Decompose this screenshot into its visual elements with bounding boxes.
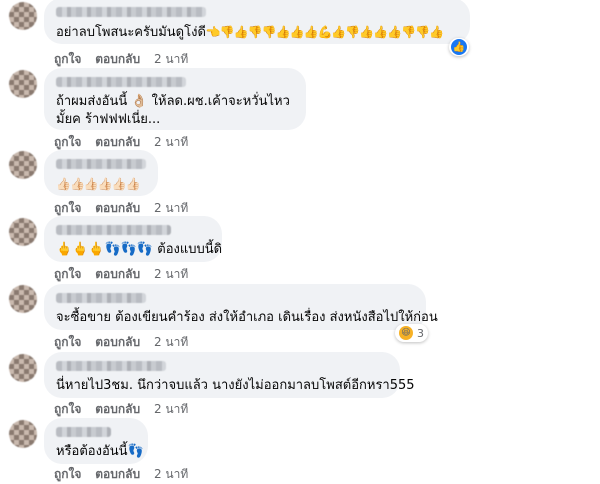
comment-bubble: หรือต้องอันนี้👣 xyxy=(44,418,148,464)
like-link[interactable]: ถูกใจ xyxy=(54,201,81,215)
reaction-count: 3 xyxy=(417,326,424,340)
timestamp[interactable]: 2 นาที xyxy=(154,201,188,215)
reply-link[interactable]: ตอบกลับ xyxy=(95,267,140,281)
commenter-name[interactable] xyxy=(56,225,171,235)
like-link[interactable]: ถูกใจ xyxy=(54,467,81,481)
avatar[interactable] xyxy=(9,420,37,448)
comment-actions: ถูกใจ ตอบกลับ 2 นาที xyxy=(54,333,198,352)
reply-link[interactable]: ตอบกลับ xyxy=(95,335,140,349)
timestamp[interactable]: 2 นาที xyxy=(154,402,188,416)
comment-emoji: 👈👎👍👎👎👍👍👍💪👍👎👍👍👍👎👎👍 xyxy=(205,25,444,39)
comment-body: นี่หายไป3ชม. นึกว่าจบแล้ว นางยังไม่ออกมา… xyxy=(56,378,415,393)
comment-body: หรือต้องอันนี้👣 xyxy=(56,444,144,459)
comment-bubble: นี่หายไป3ชม. นึกว่าจบแล้ว นางยังไม่ออกมา… xyxy=(44,352,415,398)
avatar[interactable] xyxy=(9,2,37,30)
like-reaction-icon: 👍 xyxy=(451,39,467,55)
like-link[interactable]: ถูกใจ xyxy=(54,267,81,281)
timestamp[interactable]: 2 นาที xyxy=(154,467,188,481)
comment-text: อย่าลบโพสนะครับมันดูโง่ดี👈👎👍👎👎👍👍👍💪👍👎👍👍👍👎… xyxy=(56,23,458,42)
comment-bubble: 🖕🖕🖕👣👣👣 ต้องแบบนี้ดิ xyxy=(44,216,222,262)
avatar[interactable] xyxy=(9,151,37,179)
comment-actions: ถูกใจ ตอบกลับ 2 นาที xyxy=(54,400,198,419)
comment-bubble: 👍🏻👍🏻👍🏻👍🏻👍🏻👍🏻 xyxy=(44,150,158,196)
avatar[interactable] xyxy=(9,285,37,313)
comment-body: 🖕🖕🖕👣👣👣 ต้องแบบนี้ดิ xyxy=(56,242,223,257)
comment-body: ถ้าผมส่งอันนี้ 👌🏼 ให้ลด.ผช.เค้าจะหวั่นไห… xyxy=(56,94,290,127)
like-link[interactable]: ถูกใจ xyxy=(54,402,81,416)
like-link[interactable]: ถูกใจ xyxy=(54,52,81,66)
like-link[interactable]: ถูกใจ xyxy=(54,135,81,149)
haha-reaction-icon: 😆 xyxy=(399,326,413,340)
comment-actions: ถูกใจ ตอบกลับ 2 นาที xyxy=(54,465,198,484)
comment-bubble: อย่าลบโพสนะครับมันดูโง่ดี👈👎👍👎👎👍👍👍💪👍👎👍👍👍👎… xyxy=(44,0,470,44)
commenter-name[interactable] xyxy=(56,427,111,437)
commenter-name[interactable] xyxy=(56,361,166,371)
reply-link[interactable]: ตอบกลับ xyxy=(95,52,140,66)
avatar[interactable] xyxy=(9,354,37,382)
timestamp[interactable]: 2 นาที xyxy=(154,52,188,66)
reaction-badge[interactable]: 😆 3 xyxy=(395,324,428,342)
commenter-name[interactable] xyxy=(56,159,146,169)
reply-link[interactable]: ตอบกลับ xyxy=(95,402,140,416)
timestamp[interactable]: 2 นาที xyxy=(154,267,188,281)
reply-link[interactable]: ตอบกลับ xyxy=(95,201,140,215)
commenter-name[interactable] xyxy=(56,293,146,303)
commenter-name[interactable] xyxy=(56,7,206,17)
commenter-name[interactable] xyxy=(56,77,186,87)
comment-body: จะซื้อขาย ต้องเขียนคำร้อง ส่งให้อำเภอ เด… xyxy=(56,310,438,325)
reply-link[interactable]: ตอบกลับ xyxy=(95,135,140,149)
avatar[interactable] xyxy=(9,218,37,246)
timestamp[interactable]: 2 นาที xyxy=(154,335,188,349)
comment-actions: ถูกใจ ตอบกลับ 2 นาที xyxy=(54,50,198,69)
comment-body: 👍🏻👍🏻👍🏻👍🏻👍🏻👍🏻 xyxy=(56,177,141,191)
comment-actions: ถูกใจ ตอบกลับ 2 นาที xyxy=(54,265,198,284)
comment-bubble: จะซื้อขาย ต้องเขียนคำร้อง ส่งให้อำเภอ เด… xyxy=(44,284,438,330)
reaction-badge[interactable]: 👍 xyxy=(449,38,469,56)
timestamp[interactable]: 2 นาที xyxy=(154,135,188,149)
comment-body: อย่าลบโพสนะครับมันดูโง่ดี xyxy=(56,25,206,40)
comment-bubble: ถ้าผมส่งอันนี้ 👌🏼 ให้ลด.ผช.เค้าจะหวั่นไห… xyxy=(44,68,306,130)
like-link[interactable]: ถูกใจ xyxy=(54,335,81,349)
avatar[interactable] xyxy=(9,70,37,98)
reply-link[interactable]: ตอบกลับ xyxy=(95,467,140,481)
